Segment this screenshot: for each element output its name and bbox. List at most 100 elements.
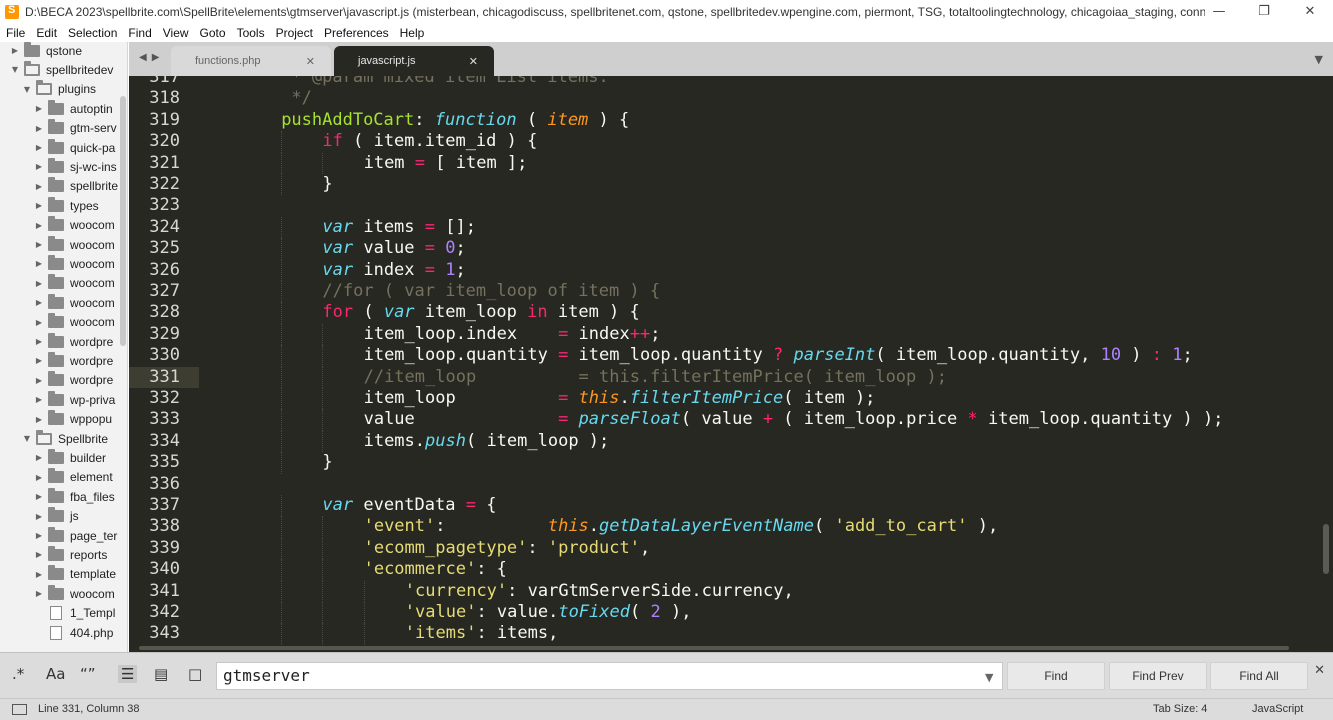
horizontal-scrollbar-thumb[interactable]: [139, 646, 1289, 650]
sidebar-item[interactable]: ▶ qstone: [10, 42, 82, 60]
sidebar-item[interactable]: 404.php: [34, 623, 113, 642]
code-line[interactable]: var eventData = {: [322, 495, 496, 516]
collapsed-arrow-icon[interactable]: ▶: [34, 124, 44, 133]
menu-view[interactable]: View: [157, 26, 194, 40]
code-line[interactable]: value = parseFloat( value + ( item_loop.…: [364, 409, 1224, 430]
sidebar-item[interactable]: ▶ template: [34, 565, 116, 584]
tab-overflow-icon[interactable]: ▼: [1315, 53, 1323, 66]
sidebar-item[interactable]: ▶ wordpre: [34, 351, 113, 370]
code-line[interactable]: item_loop = this.filterItemPrice( item )…: [364, 388, 876, 409]
code-line[interactable]: for ( var item_loop in item ) {: [322, 302, 639, 323]
vertical-scrollbar-thumb[interactable]: [1323, 524, 1329, 574]
menu-find[interactable]: Find: [122, 26, 156, 40]
expanded-arrow-icon[interactable]: ▼: [22, 434, 32, 443]
sidebar-item[interactable]: ▶ woocom: [34, 235, 115, 254]
find-prev-button[interactable]: Find Prev: [1109, 662, 1207, 690]
collapsed-arrow-icon[interactable]: ▶: [34, 240, 44, 249]
collapsed-arrow-icon[interactable]: ▶: [34, 473, 44, 482]
collapsed-arrow-icon[interactable]: ▶: [34, 492, 44, 501]
collapsed-arrow-icon[interactable]: ▶: [34, 453, 44, 462]
code-editor[interactable]: 317 318 319 320 321 322 323 324 325 326 327 328 329 3…: [129, 76, 1319, 652]
sidebar-item[interactable]: ▶ woocom: [34, 254, 115, 273]
find-all-button[interactable]: Find All: [1210, 662, 1308, 690]
collapsed-arrow-icon[interactable]: ▶: [34, 550, 44, 559]
code-line[interactable]: 'items': items,: [405, 623, 559, 644]
sidebar-item[interactable]: ▶ wordpre: [34, 371, 113, 390]
sidebar-item[interactable]: ▶ woocom: [34, 274, 115, 293]
tab-nav-arrows-icon[interactable]: ◀▶: [139, 52, 164, 63]
close-window-icon[interactable]: ✕: [1287, 0, 1333, 23]
sidebar-item[interactable]: ▶ reports: [34, 545, 107, 564]
collapsed-arrow-icon[interactable]: ▶: [34, 298, 44, 307]
editor-vertical-scrollbar[interactable]: [1319, 76, 1333, 652]
menu-preferences[interactable]: Preferences: [318, 26, 394, 40]
collapsed-arrow-icon[interactable]: ▶: [34, 337, 44, 346]
menu-project[interactable]: Project: [270, 26, 318, 40]
sidebar-item[interactable]: ▶ gtm-serv: [34, 119, 117, 138]
code-line[interactable]: }: [322, 174, 332, 195]
code-line[interactable]: var items = [];: [322, 217, 476, 238]
collapsed-arrow-icon[interactable]: ▶: [34, 318, 44, 327]
tab-javascript-js[interactable]: javascript.js ✕: [334, 46, 494, 76]
restore-icon[interactable]: ❐: [1241, 0, 1287, 23]
highlight-matches-toggle-icon[interactable]: □: [188, 665, 202, 683]
code-line[interactable]: 'value': value.toFixed( 2 ),: [405, 602, 692, 623]
code-line[interactable]: 'ecomm_pagetype': 'product',: [364, 538, 651, 559]
code-line[interactable]: if ( item.item_id ) {: [322, 131, 537, 152]
in-selection-toggle-icon[interactable]: ▤: [154, 665, 168, 683]
menu-tools[interactable]: Tools: [231, 26, 270, 40]
close-find-panel-icon[interactable]: ✕: [1314, 663, 1325, 678]
collapsed-arrow-icon[interactable]: ▶: [34, 162, 44, 171]
code-line[interactable]: }: [322, 452, 332, 473]
collapsed-arrow-icon[interactable]: ▶: [34, 201, 44, 210]
sidebar-item[interactable]: ▶ woocom: [34, 216, 115, 235]
sidebar-item[interactable]: ▶ wppopu: [34, 410, 112, 429]
sidebar-item[interactable]: ▶ woocom: [34, 313, 115, 332]
sidebar-item[interactable]: ▶ woocom: [34, 293, 115, 312]
code-line[interactable]: //for ( var item_loop of item ) {: [322, 281, 660, 302]
code-line[interactable]: item_loop.index = index++;: [364, 324, 661, 345]
sidebar-item[interactable]: ▶ types: [34, 196, 99, 215]
code-line[interactable]: //item_loop = this.filterItemPrice( item…: [364, 367, 947, 388]
expanded-arrow-icon[interactable]: ▼: [10, 65, 20, 74]
collapsed-arrow-icon[interactable]: ▶: [34, 570, 44, 579]
case-sensitive-toggle-icon[interactable]: Aa: [46, 665, 65, 683]
collapsed-arrow-icon[interactable]: ▶: [34, 395, 44, 404]
find-input[interactable]: gtmserver: [216, 662, 1003, 690]
sidebar-item[interactable]: ▼ spellbritedev: [10, 60, 113, 79]
collapsed-arrow-icon[interactable]: ▶: [34, 531, 44, 540]
sidebar-item[interactable]: ▶ quick-pa: [34, 138, 115, 157]
sidebar-item[interactable]: ▶ element: [34, 468, 113, 487]
code-line[interactable]: item_loop.quantity = item_loop.quantity …: [364, 345, 1193, 366]
collapsed-arrow-icon[interactable]: ▶: [34, 376, 44, 385]
collapsed-arrow-icon[interactable]: ▶: [34, 356, 44, 365]
collapsed-arrow-icon[interactable]: ▶: [34, 104, 44, 113]
collapsed-arrow-icon[interactable]: ▶: [34, 512, 44, 521]
code-line[interactable]: pushAddToCart: function ( item ) {: [281, 110, 629, 131]
sidebar-item[interactable]: ▼ Spellbrite: [22, 429, 108, 448]
tab-close-icon[interactable]: ✕: [306, 55, 315, 68]
menu-selection[interactable]: Selection: [62, 26, 122, 40]
sidebar-item[interactable]: ▶ woocom: [34, 584, 115, 603]
regex-toggle-icon[interactable]: .*: [12, 665, 24, 683]
tab-close-icon[interactable]: ✕: [469, 55, 478, 68]
code-line[interactable]: 'ecommerce': {: [364, 559, 507, 580]
syntax-indicator[interactable]: JavaScript: [1252, 703, 1303, 715]
code-line[interactable]: */: [281, 88, 311, 109]
collapsed-arrow-icon[interactable]: ▶: [34, 589, 44, 598]
menu-file[interactable]: File: [0, 26, 30, 40]
sidebar-scrollbar-thumb[interactable]: [120, 96, 126, 346]
whole-word-toggle-icon[interactable]: “”: [80, 665, 96, 683]
minimize-icon[interactable]: —: [1196, 0, 1242, 23]
sidebar-item[interactable]: ▶ wordpre: [34, 332, 113, 351]
collapsed-arrow-icon[interactable]: ▶: [34, 415, 44, 424]
tab-size-indicator[interactable]: Tab Size: 4: [1153, 703, 1207, 715]
collapsed-arrow-icon[interactable]: ▶: [34, 259, 44, 268]
expanded-arrow-icon[interactable]: ▼: [22, 85, 32, 94]
collapsed-arrow-icon[interactable]: ▶: [34, 182, 44, 191]
sidebar-item[interactable]: ▶ fba_files: [34, 487, 115, 506]
menu-help[interactable]: Help: [394, 26, 430, 40]
sidebar-item[interactable]: ▶ wp-priva: [34, 390, 115, 409]
sidebar-item[interactable]: ▶ sj-wc-ins: [34, 157, 117, 176]
collapsed-arrow-icon[interactable]: ▶: [10, 46, 20, 55]
